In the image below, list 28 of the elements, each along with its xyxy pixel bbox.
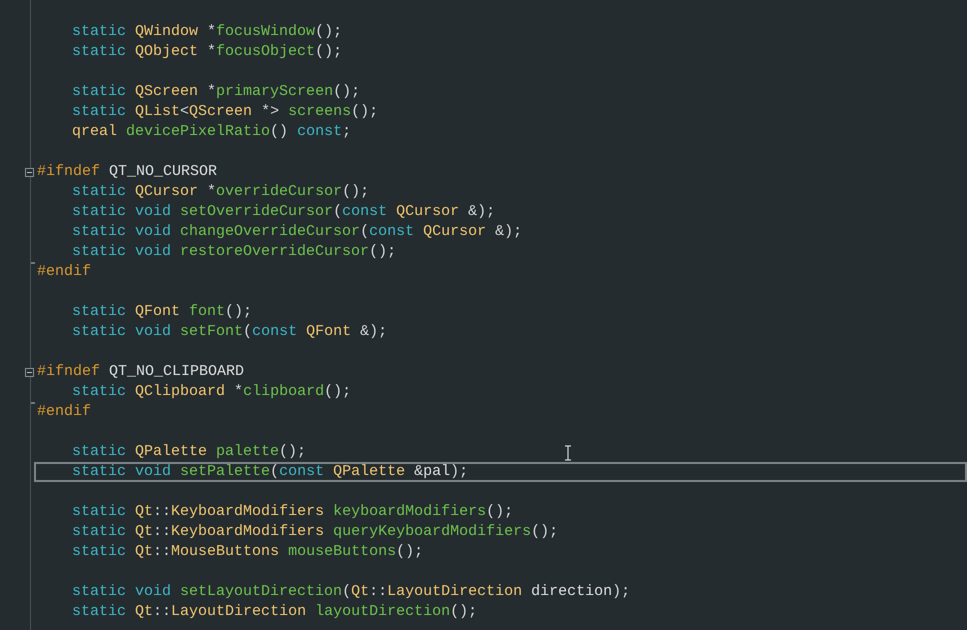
code-line: static void setPalette(const QPalette &pal);	[71, 462, 468, 482]
code-line: static Qt::KeyboardModifiers queryKeyboardModifiers();	[72, 522, 558, 542]
code-line: static QObject *focusObject();	[72, 42, 342, 62]
code-line: static QFont font();	[72, 302, 252, 322]
preprocessor-line: #endif	[37, 262, 92, 282]
code-line: static void restoreOverrideCursor();	[72, 242, 396, 262]
code-line: static QWindow *focusWindow();	[72, 22, 342, 42]
code-line: static Qt::MouseButtons mouseButtons();	[72, 542, 424, 562]
code-line: static void changeOverrideCursor(const QCursor &);	[72, 222, 522, 242]
preprocessor-line: #endif	[37, 402, 92, 422]
code-line: static QList<QScreen *> screens();	[72, 102, 378, 122]
collapse-icon[interactable]	[25, 168, 34, 177]
code-line: static Qt::KeyboardModifiers keyboardModifiers();	[72, 502, 514, 522]
collapse-icon[interactable]	[25, 368, 34, 377]
code-line: static void setLayoutDirection(Qt::LayoutDirection direction);	[72, 582, 630, 602]
code-line: qreal devicePixelRatio() const;	[72, 122, 352, 142]
preprocessor-line: #ifndef QT_NO_CURSOR	[37, 162, 218, 182]
fold-end-icon	[31, 402, 35, 405]
text-cursor-icon	[564, 445, 572, 461]
code-line: static QClipboard *clipboard();	[72, 382, 352, 402]
code-line: static Qt::LayoutDirection layoutDirection();	[72, 602, 478, 622]
code-line: static void setFont(const QFont &);	[72, 322, 388, 342]
code-line: static QCursor *overrideCursor();	[72, 182, 370, 202]
code-line: static QPalette palette();	[72, 442, 306, 462]
code-line: static QScreen *primaryScreen();	[72, 82, 360, 102]
fold-end-icon	[31, 262, 35, 265]
preprocessor-line: #ifndef QT_NO_CLIPBOARD	[37, 362, 244, 382]
code-line: static void setOverrideCursor(const QCursor &);	[72, 202, 496, 222]
